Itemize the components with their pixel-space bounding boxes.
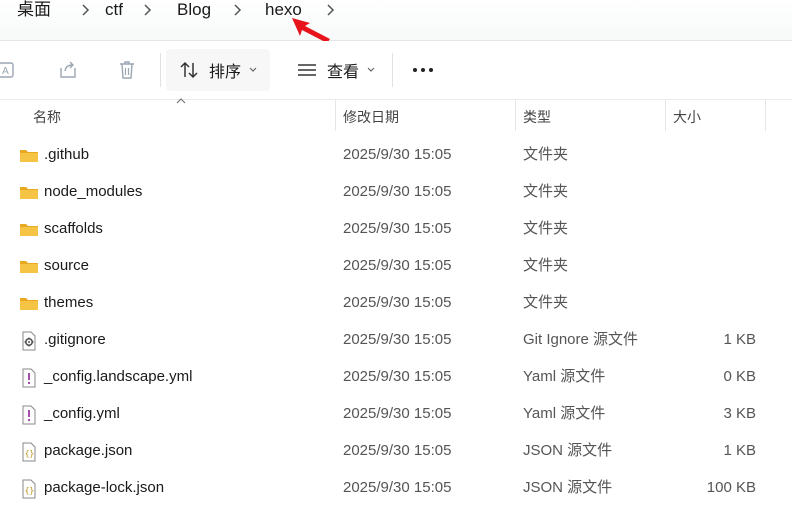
file-type: 文件夹 [523, 294, 569, 311]
chevron-down-icon [367, 67, 375, 72]
file-row[interactable]: node_modules 2025/9/30 15:05 文件夹 [0, 174, 792, 211]
column-resize-handle[interactable] [665, 100, 666, 131]
breadcrumb-item-desktop[interactable]: 桌面 [17, 0, 51, 20]
column-resize-handle[interactable] [765, 100, 766, 131]
file-type: JSON 源文件 [523, 442, 613, 459]
svg-text:{}: {} [25, 449, 35, 458]
file-date: 2025/9/30 15:05 [343, 183, 452, 200]
column-header-row: 名称 修改日期 类型 大小 [0, 98, 792, 131]
toolbar-divider [392, 53, 393, 87]
file-name: .github [44, 146, 90, 163]
file-size: 1 KB [723, 331, 756, 348]
file-type: 文件夹 [523, 220, 569, 237]
yaml-file-icon [22, 368, 36, 388]
column-resize-handle[interactable] [335, 100, 336, 131]
breadcrumb-item-ctf[interactable]: ctf [105, 0, 123, 20]
file-name: package.json [44, 442, 133, 459]
file-row[interactable]: {} package-lock.json 2025/9/30 15:05 JSO… [0, 470, 792, 507]
file-name: source [44, 257, 90, 274]
file-name: _config.landscape.yml [44, 368, 193, 385]
file-row[interactable]: _config.landscape.yml 2025/9/30 15:05 Ya… [0, 359, 792, 396]
more-options-icon[interactable] [408, 59, 438, 81]
view-list-icon [298, 64, 316, 76]
file-name: package-lock.json [44, 479, 165, 496]
folder-icon [20, 298, 38, 310]
file-name: scaffolds [44, 220, 103, 237]
file-date: 2025/9/30 15:05 [343, 257, 452, 274]
breadcrumb-item-blog[interactable]: Blog [177, 0, 211, 20]
column-resize-handle[interactable] [515, 100, 516, 131]
file-size: 100 KB [706, 479, 756, 496]
file-date: 2025/9/30 15:05 [343, 294, 452, 311]
chevron-right-icon[interactable] [229, 1, 247, 19]
svg-text:{}: {} [25, 486, 35, 495]
file-row[interactable]: source 2025/9/30 15:05 文件夹 [0, 248, 792, 285]
toolbar-divider [160, 53, 161, 87]
json-file-icon: {} [22, 442, 36, 462]
file-row[interactable]: .github 2025/9/30 15:05 文件夹 [0, 137, 792, 174]
view-button[interactable]: 查看 [284, 49, 380, 91]
file-date: 2025/9/30 15:05 [343, 220, 452, 237]
file-date: 2025/9/30 15:05 [343, 368, 452, 385]
file-type: 文件夹 [523, 257, 569, 274]
file-name: .gitignore [44, 331, 106, 348]
file-type: JSON 源文件 [523, 479, 613, 496]
share-icon[interactable] [57, 59, 79, 81]
svg-text:A: A [2, 66, 9, 77]
folder-icon [20, 187, 38, 199]
delete-icon[interactable] [116, 59, 138, 81]
sort-button[interactable]: 排序 [166, 49, 270, 91]
sort-arrows-icon [180, 61, 198, 79]
file-row[interactable]: .gitignore 2025/9/30 15:05 Git Ignore 源文… [0, 322, 792, 359]
file-row[interactable]: {} package.json 2025/9/30 15:05 JSON 源文件… [0, 433, 792, 470]
file-date: 2025/9/30 15:05 [343, 405, 452, 422]
column-header-name[interactable]: 名称 [33, 107, 61, 127]
file-row[interactable]: themes 2025/9/30 15:05 文件夹 [0, 285, 792, 322]
chevron-down-icon [249, 67, 257, 72]
file-size: 3 KB [723, 405, 756, 422]
column-header-date[interactable]: 修改日期 [343, 107, 399, 127]
column-header-size[interactable]: 大小 [673, 107, 701, 127]
command-bar: A 排序 查看 [0, 41, 792, 100]
json-file-icon: {} [22, 479, 36, 499]
folder-icon [20, 150, 38, 162]
file-date: 2025/9/30 15:05 [343, 331, 452, 348]
chevron-right-icon[interactable] [139, 1, 157, 19]
column-header-type[interactable]: 类型 [523, 107, 551, 127]
folder-icon [20, 224, 38, 236]
view-button-label: 查看 [327, 64, 360, 81]
file-type: 文件夹 [523, 146, 569, 163]
file-name: node_modules [44, 183, 143, 200]
gear-file-icon [22, 331, 36, 351]
yaml-file-icon [22, 405, 36, 425]
breadcrumb: 桌面 ctf Blog hexo [0, 0, 792, 41]
file-date: 2025/9/30 15:05 [343, 146, 452, 163]
file-size: 1 KB [723, 442, 756, 459]
sort-ascending-icon [176, 98, 186, 104]
file-list: .github 2025/9/30 15:05 文件夹 node_modules… [0, 137, 792, 507]
file-row[interactable]: _config.yml 2025/9/30 15:05 Yaml 源文件 3 K… [0, 396, 792, 433]
file-name: themes [44, 294, 94, 311]
file-type: Yaml 源文件 [523, 368, 606, 385]
file-size: 0 KB [723, 368, 756, 385]
file-date: 2025/9/30 15:05 [343, 479, 452, 496]
annotation-arrow-icon [292, 18, 330, 43]
file-row[interactable]: scaffolds 2025/9/30 15:05 文件夹 [0, 211, 792, 248]
chevron-right-icon[interactable] [77, 1, 95, 19]
file-type: Yaml 源文件 [523, 405, 606, 422]
sort-button-label: 排序 [209, 64, 242, 81]
file-name: _config.yml [44, 405, 120, 422]
file-type: 文件夹 [523, 183, 569, 200]
folder-icon [20, 261, 38, 273]
file-type: Git Ignore 源文件 [523, 331, 639, 348]
file-date: 2025/9/30 15:05 [343, 442, 452, 459]
rename-icon[interactable]: A [0, 59, 18, 81]
